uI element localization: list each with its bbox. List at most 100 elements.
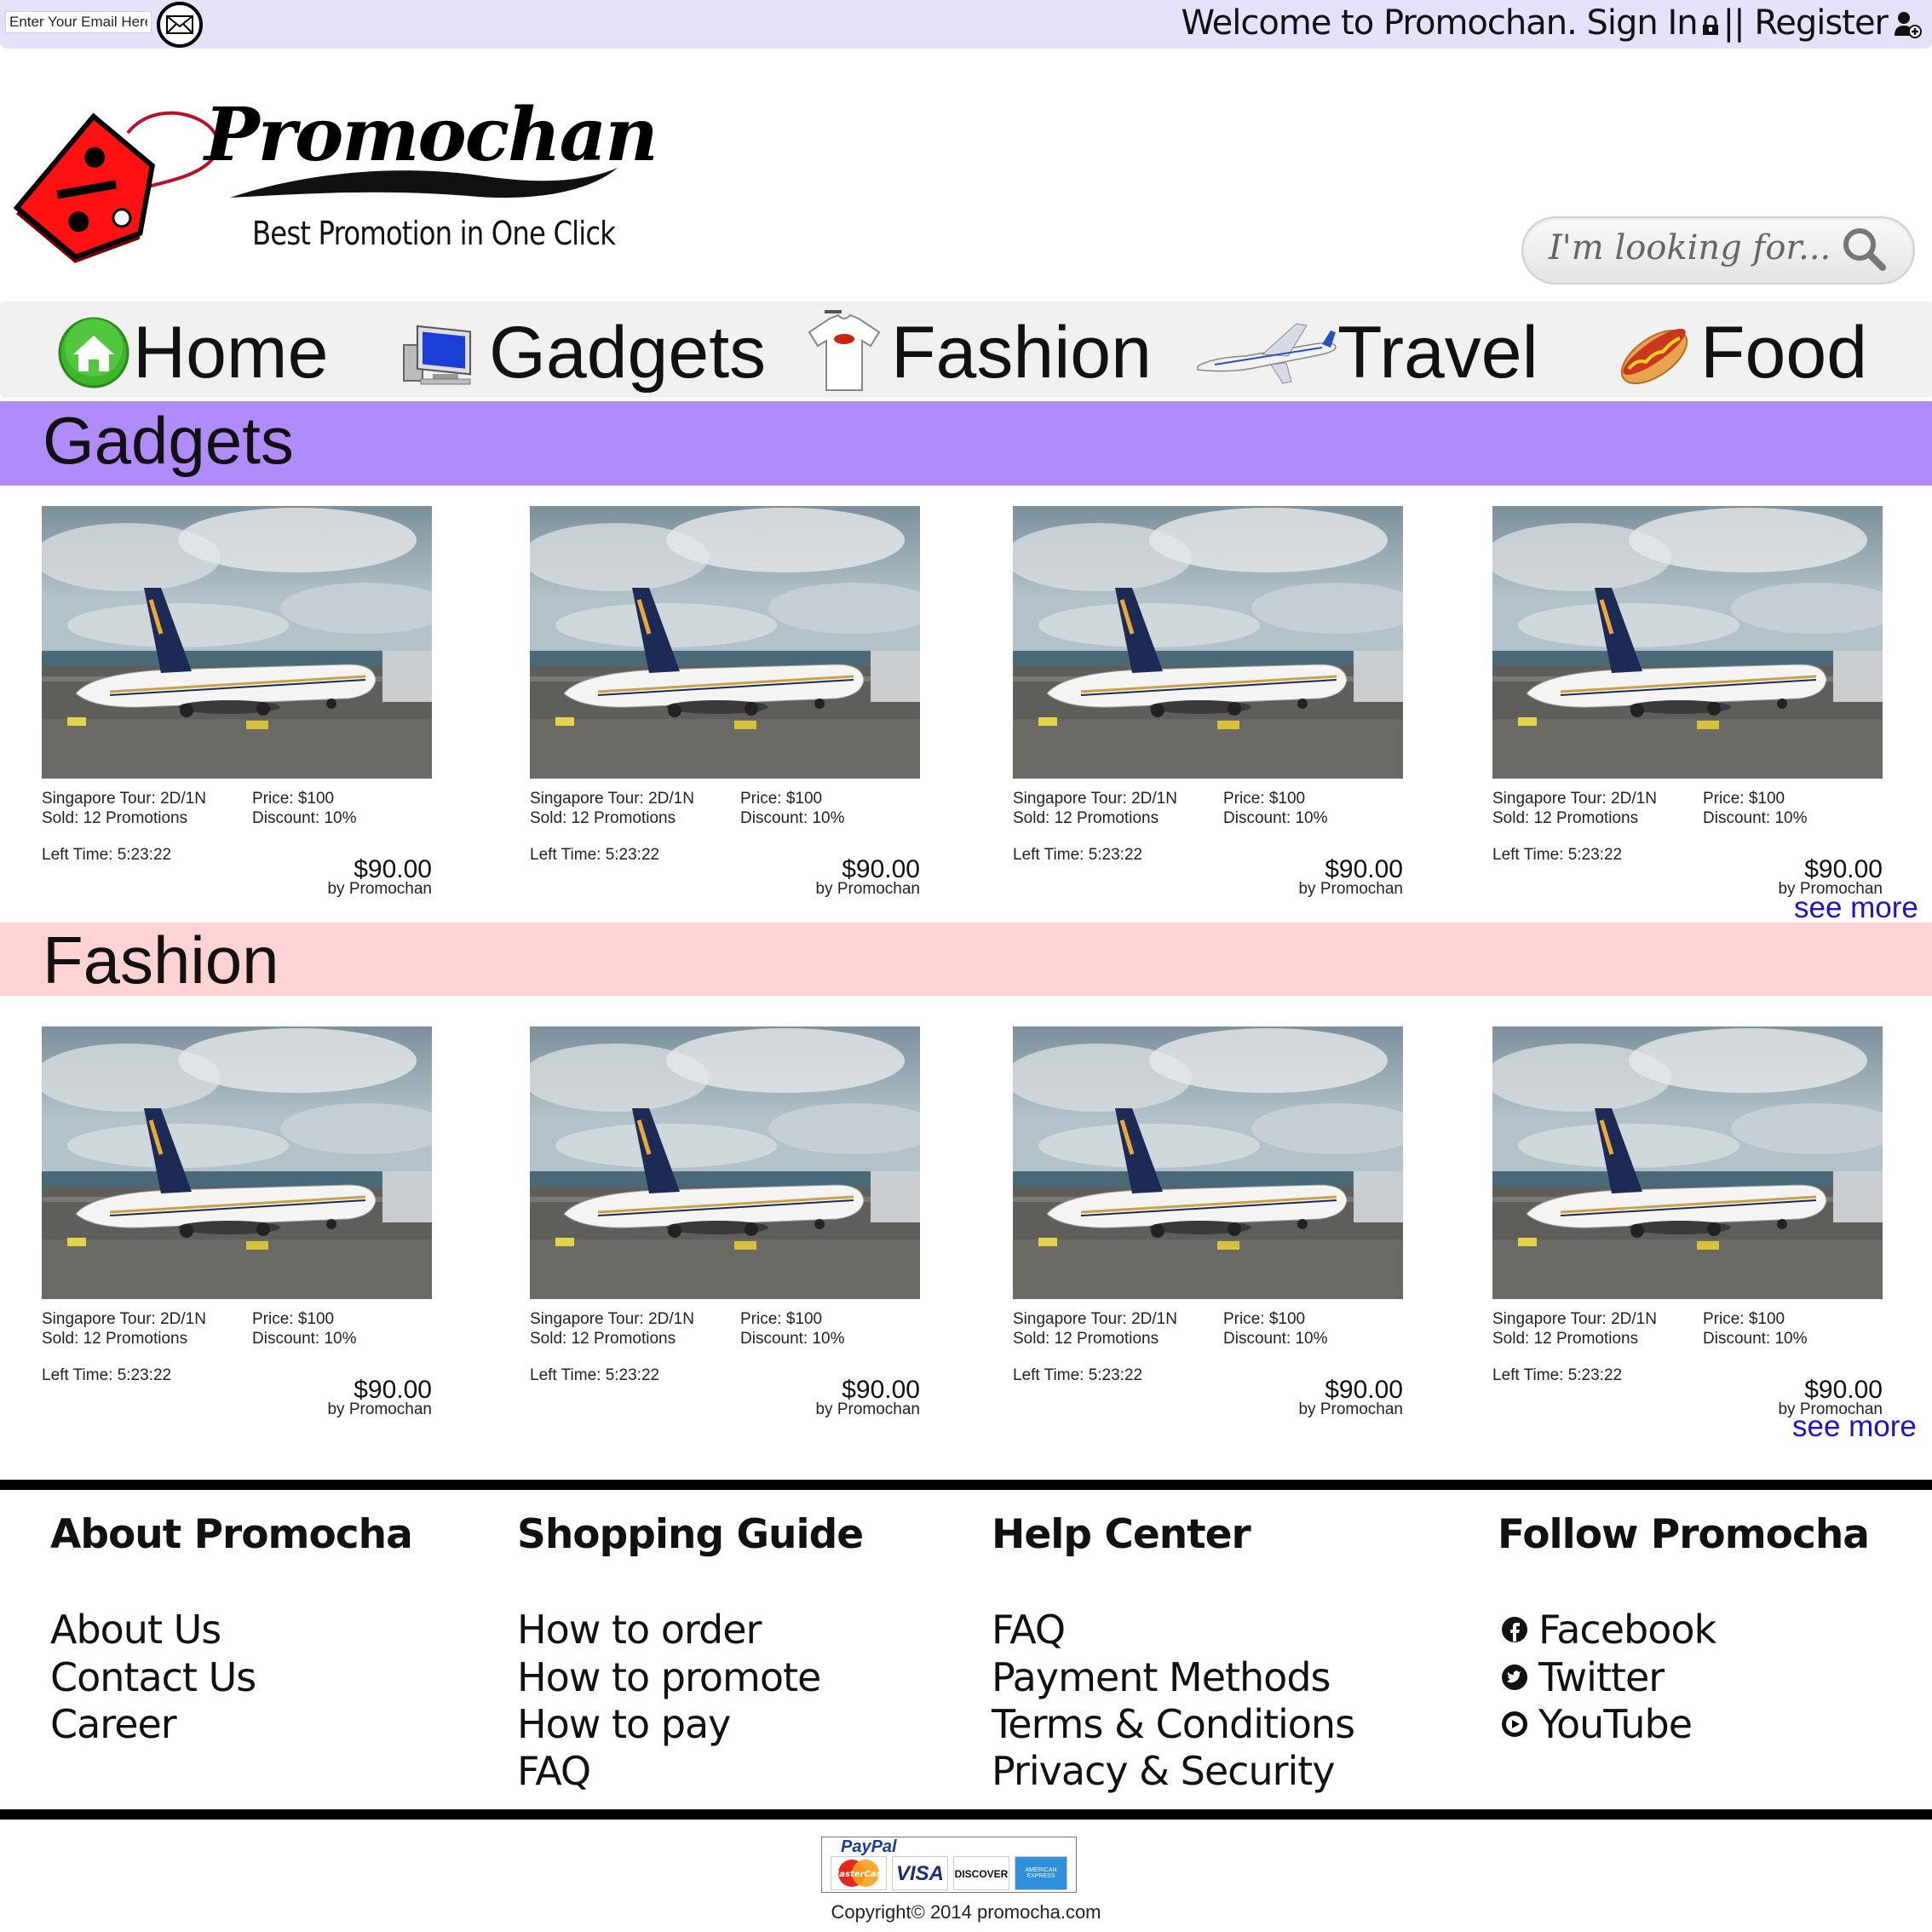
product-discount: Discount: 10%: [740, 809, 845, 827]
product-discount: Discount: 10%: [1703, 809, 1808, 827]
product-left-time: Left Time: 5:23:22: [1013, 846, 1143, 864]
twitter-icon[interactable]: [1501, 1664, 1528, 1691]
section-title: Gadgets: [43, 403, 294, 478]
product-left-time: Left Time: 5:23:22: [1013, 1366, 1143, 1384]
visa-logo: VISA: [892, 1856, 948, 1890]
product-seller: by Promochan: [1298, 880, 1403, 898]
email-subscribe-button[interactable]: [157, 2, 203, 48]
product-sold: Sold: 12 Promotions: [1492, 1330, 1639, 1348]
see-more-link[interactable]: see more: [1794, 893, 1918, 923]
nav-item-gadgets[interactable]: Gadgets: [402, 310, 766, 395]
product-image[interactable]: [1492, 1026, 1883, 1299]
product-left-time: Left Time: 5:23:22: [530, 846, 660, 864]
logo-tagline: Best Promotion in One Click: [252, 215, 616, 252]
footer-link-how-to-order[interactable]: How to order: [517, 1610, 762, 1649]
see-more-link[interactable]: see more: [1792, 1412, 1917, 1441]
section-title: Fashion: [43, 923, 279, 998]
product-price: Price: $100: [1703, 790, 1785, 808]
product-image[interactable]: [42, 506, 432, 779]
product-name: Singapore Tour: 2D/1N: [1013, 1310, 1177, 1328]
product-final-price: $90.00: [1325, 855, 1403, 883]
product-card[interactable]: Singapore Tour: 2D/1N Price: $100 Sold: 12…: [530, 1026, 920, 1418]
footer-link-about-us[interactable]: About Us: [50, 1610, 221, 1649]
footer-link-how-to-pay[interactable]: How to pay: [517, 1705, 731, 1744]
product-card[interactable]: Singapore Tour: 2D/1N Price: $100 Sold: 12…: [42, 1026, 432, 1418]
add-user-icon[interactable]: [1893, 10, 1922, 39]
footer-heading-help: Help Center: [992, 1511, 1251, 1558]
envelope-icon: [166, 15, 193, 34]
footer-link-twitter[interactable]: Twitter: [1538, 1658, 1665, 1697]
footer-link-faq[interactable]: FAQ: [992, 1610, 1066, 1649]
product-price: Price: $100: [252, 1310, 335, 1328]
discover-logo: DISCOVER: [953, 1856, 1009, 1890]
product-name: Singapore Tour: 2D/1N: [530, 1310, 694, 1328]
product-name: Singapore Tour: 2D/1N: [1492, 790, 1657, 808]
nav-item-fashion[interactable]: Fashion: [806, 310, 1152, 395]
product-image[interactable]: [530, 506, 920, 779]
account-links: Welcome to Promochan. Sign In || Register: [1181, 3, 1889, 43]
product-final-price: $90.00: [1804, 855, 1883, 883]
nav-label-food: Food: [1700, 312, 1868, 394]
product-card[interactable]: Singapore Tour: 2D/1N Price: $100 Sold: 12…: [1013, 1026, 1403, 1418]
footer-link-terms[interactable]: Terms & Conditions: [992, 1705, 1355, 1744]
youtube-icon[interactable]: [1501, 1711, 1528, 1738]
logo-swoosh: [230, 168, 618, 198]
product-image[interactable]: [1492, 506, 1883, 779]
register-link[interactable]: Register: [1754, 3, 1889, 43]
tshirt-icon: [808, 310, 881, 391]
product-card[interactable]: Singapore Tour: 2D/1N Price: $100 Sold: 12…: [530, 506, 920, 898]
product-left-time: Left Time: 5:23:22: [42, 1366, 172, 1384]
product-card[interactable]: Singapore Tour: 2D/1N Price: $100 Sold: 12…: [1013, 506, 1403, 898]
product-card[interactable]: Singapore Tour: 2D/1N Price: $100 Sold: 12…: [1492, 506, 1883, 898]
footer-link-how-to-promote[interactable]: How to promote: [517, 1658, 821, 1697]
product-sold: Sold: 12 Promotions: [1492, 809, 1639, 827]
footer-link-faq-guide[interactable]: FAQ: [517, 1751, 591, 1791]
footer-link-payment-methods[interactable]: Payment Methods: [992, 1658, 1331, 1697]
footer-link-career[interactable]: Career: [50, 1705, 177, 1744]
product-image[interactable]: [1013, 506, 1403, 779]
product-sold: Sold: 12 Promotions: [530, 809, 676, 827]
footer-link-privacy[interactable]: Privacy & Security: [992, 1751, 1336, 1791]
product-card[interactable]: Singapore Tour: 2D/1N Price: $100 Sold: 12…: [42, 506, 432, 898]
product-sold: Sold: 12 Promotions: [1013, 809, 1159, 827]
sign-in-link[interactable]: Sign In: [1587, 3, 1699, 43]
product-discount: Discount: 10%: [252, 1330, 357, 1348]
nav-item-food[interactable]: Food: [1612, 310, 1867, 395]
product-seller: by Promochan: [815, 880, 920, 898]
product-seller: by Promochan: [327, 1400, 432, 1418]
nav-label-fashion: Fashion: [891, 312, 1152, 394]
product-final-price: $90.00: [1325, 1376, 1403, 1404]
product-left-time: Left Time: 5:23:22: [1492, 1366, 1623, 1384]
product-image[interactable]: [1013, 1026, 1403, 1299]
footer-heading-about: About Promocha: [50, 1511, 413, 1558]
product-image[interactable]: [530, 1026, 920, 1299]
product-discount: Discount: 10%: [740, 1330, 845, 1348]
product-left-time: Left Time: 5:23:22: [530, 1366, 660, 1384]
facebook-icon[interactable]: [1501, 1616, 1528, 1643]
nav-label-gadgets: Gadgets: [489, 312, 767, 394]
home-icon: [58, 317, 129, 388]
nav-item-home[interactable]: Home: [56, 310, 328, 395]
search-placeholder: I'm looking for...: [1549, 228, 1831, 267]
product-image[interactable]: [42, 1026, 432, 1299]
visa-text: VISA: [895, 1862, 944, 1885]
airplane-icon: [1197, 323, 1337, 384]
payment-methods-badge: PayPal MasterCard VISA DISCOVER AMERICAN…: [821, 1837, 1077, 1893]
computer-icon: [403, 325, 471, 385]
mastercard-logo: MasterCard: [831, 1856, 888, 1890]
product-price: Price: $100: [1703, 1310, 1785, 1328]
product-price: Price: $100: [252, 790, 335, 808]
search-icon[interactable]: [1840, 225, 1888, 273]
section-header-1: [0, 923, 1932, 996]
product-discount: Discount: 10%: [1223, 1330, 1328, 1348]
footer-link-facebook[interactable]: Facebook: [1538, 1610, 1716, 1649]
footer-link-contact-us[interactable]: Contact Us: [50, 1658, 256, 1697]
product-discount: Discount: 10%: [1703, 1330, 1808, 1348]
product-left-time: Left Time: 5:23:22: [42, 846, 172, 864]
nav-item-travel[interactable]: Travel: [1194, 310, 1538, 395]
footer-link-youtube[interactable]: YouTube: [1538, 1705, 1693, 1744]
product-card[interactable]: Singapore Tour: 2D/1N Price: $100 Sold: 12…: [1492, 1026, 1883, 1418]
email-subscribe-input[interactable]: [5, 11, 152, 33]
footer-top-rule: [0, 1480, 1932, 1490]
product-discount: Discount: 10%: [252, 809, 357, 827]
